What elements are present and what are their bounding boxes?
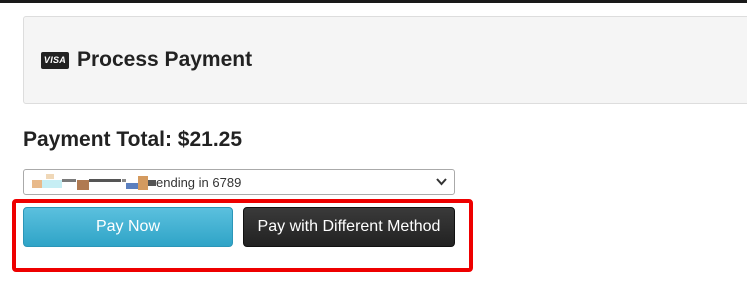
payment-page: VISA Process Payment Payment Total: $21.… [0, 0, 747, 300]
panel-title-text: Process Payment [77, 48, 253, 71]
payment-total: Payment Total: $21.25 [23, 128, 243, 151]
panel-title: VISA Process Payment [41, 48, 252, 72]
top-border [0, 0, 747, 3]
masked-cardholder-name [32, 174, 156, 190]
card-ending-text: ending in 6789 [156, 174, 242, 190]
card-select-dropdown[interactable]: ending in 6789 [23, 169, 455, 195]
pay-now-button[interactable]: Pay Now [23, 207, 233, 247]
chevron-down-icon [436, 178, 447, 186]
payment-panel-header: VISA Process Payment [23, 16, 747, 104]
pay-with-different-method-button[interactable]: Pay with Different Method [243, 207, 455, 247]
visa-card-icon: VISA [41, 51, 69, 69]
